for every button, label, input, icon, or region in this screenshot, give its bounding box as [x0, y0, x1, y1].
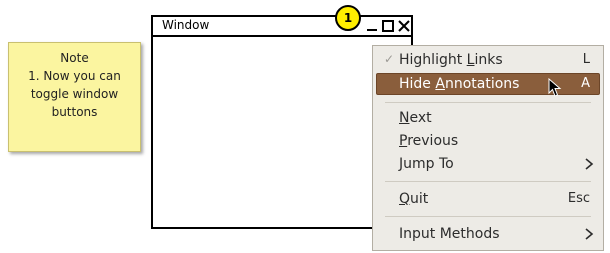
window-titlebar: Window [153, 17, 411, 37]
menu-item-previous[interactable]: Previous [376, 130, 600, 152]
note-heading: Note [60, 51, 89, 65]
mnemonic-letter: P [399, 133, 408, 149]
mnemonic-letter: L [466, 52, 475, 68]
menu-item-label-text: Highlight Links [399, 52, 503, 68]
note-line: buttons [51, 105, 98, 119]
menu-separator [385, 216, 591, 217]
chevron-right-icon [584, 157, 594, 175]
menu-item-next[interactable]: Next [376, 107, 600, 129]
chevron-right-icon [584, 227, 594, 245]
window-title: Window [162, 18, 210, 32]
menu-item-label: Quit [399, 191, 429, 207]
menu-item-shortcut: A [581, 76, 590, 91]
menu-separator [385, 181, 591, 182]
sticky-note: Note 1. Now you can toggle window button… [8, 42, 141, 152]
menu-item-input-methods[interactable]: Input Methods [376, 223, 600, 245]
annotation-badge: 1 [335, 5, 361, 31]
menu-item-label: Next [399, 110, 432, 126]
mnemonic-letter: Q [399, 191, 411, 207]
menu-item-label: Highlight Links [399, 52, 503, 68]
menu-item-label: Input Methods [399, 226, 500, 242]
note-line: toggle window [30, 87, 119, 101]
menu-item-label: Hide Annotations [399, 76, 520, 92]
mnemonic-letter: A [435, 76, 445, 92]
menu-item-shortcut: Esc [567, 191, 590, 206]
minimize-icon[interactable] [365, 17, 379, 35]
menu-item-shortcut: L [582, 52, 590, 67]
menu-item-hide-annotations[interactable]: Hide Annotations A [376, 73, 600, 97]
menu-item-label: Jump To [399, 156, 454, 172]
menu-item-highlight-links[interactable]: ✓ Highlight Links L [376, 49, 600, 71]
maximize-icon[interactable] [381, 17, 395, 35]
close-icon[interactable] [397, 17, 411, 35]
mnemonic-letter: J [399, 156, 404, 172]
note-line: 1. Now you can [28, 69, 121, 83]
menu-separator [385, 102, 591, 103]
mnemonic-letter: N [399, 110, 410, 126]
check-icon: ✓ [384, 52, 395, 66]
mouse-cursor-icon [548, 77, 562, 102]
menu-item-label: Previous [399, 133, 459, 149]
context-menu: ✓ Highlight Links L Hide Annotations A N… [372, 45, 604, 251]
menu-item-jump-to[interactable]: Jump To [376, 153, 600, 175]
menu-item-quit[interactable]: Quit Esc [376, 188, 600, 210]
